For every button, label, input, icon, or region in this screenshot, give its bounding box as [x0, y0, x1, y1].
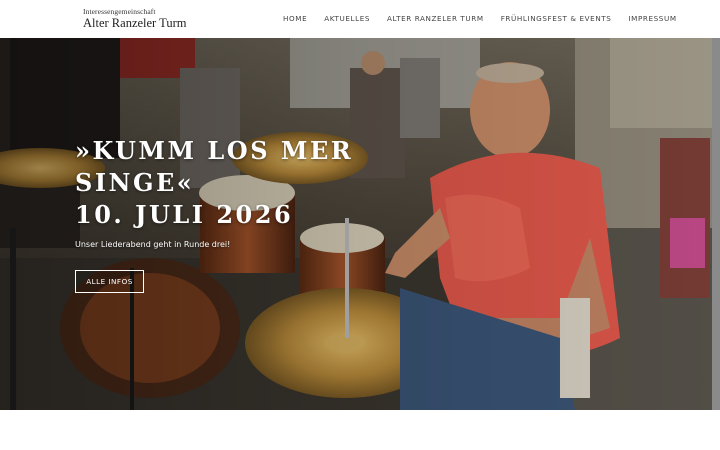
- nav-impressum[interactable]: IMPRESSUM: [628, 14, 676, 23]
- nav-aktuelles[interactable]: AKTUELLES: [324, 14, 370, 23]
- nav-home[interactable]: HOME: [283, 14, 307, 23]
- logo-subtitle: Interessengemeinschaft: [83, 7, 156, 16]
- site-header: Interessengemeinschaft Alter Ranzeler Tu…: [0, 0, 720, 38]
- main-nav: HOME AKTUELLES ALTER RANZELER TURM FRÜHL…: [283, 14, 677, 23]
- site-logo[interactable]: Interessengemeinschaft Alter Ranzeler Tu…: [83, 7, 186, 30]
- nav-alter-ranzeler-turm[interactable]: ALTER RANZELER TURM: [387, 14, 484, 23]
- hero-title-line2: SINGE«: [75, 168, 195, 197]
- page-content-area: [0, 410, 720, 450]
- hero-title-line1: »KUMM LOS MER: [75, 136, 354, 165]
- hero-title-line3: 10. JULI 2026: [75, 200, 294, 229]
- logo-title: Alter Ranzeler Turm: [83, 16, 187, 30]
- hero-title: »KUMM LOS MER SINGE« 10. JULI 2026: [75, 135, 405, 231]
- hero-subtitle: Unser Liederabend geht in Runde drei!: [75, 240, 231, 249]
- alle-infos-button[interactable]: ALLE INFOS: [75, 270, 144, 293]
- nav-fruehlingsfest-events[interactable]: FRÜHLINGSFEST & EVENTS: [501, 14, 612, 23]
- hero-slider: »KUMM LOS MER SINGE« 10. JULI 2026 Unser…: [0, 38, 720, 410]
- hero-side-bar: [712, 38, 720, 410]
